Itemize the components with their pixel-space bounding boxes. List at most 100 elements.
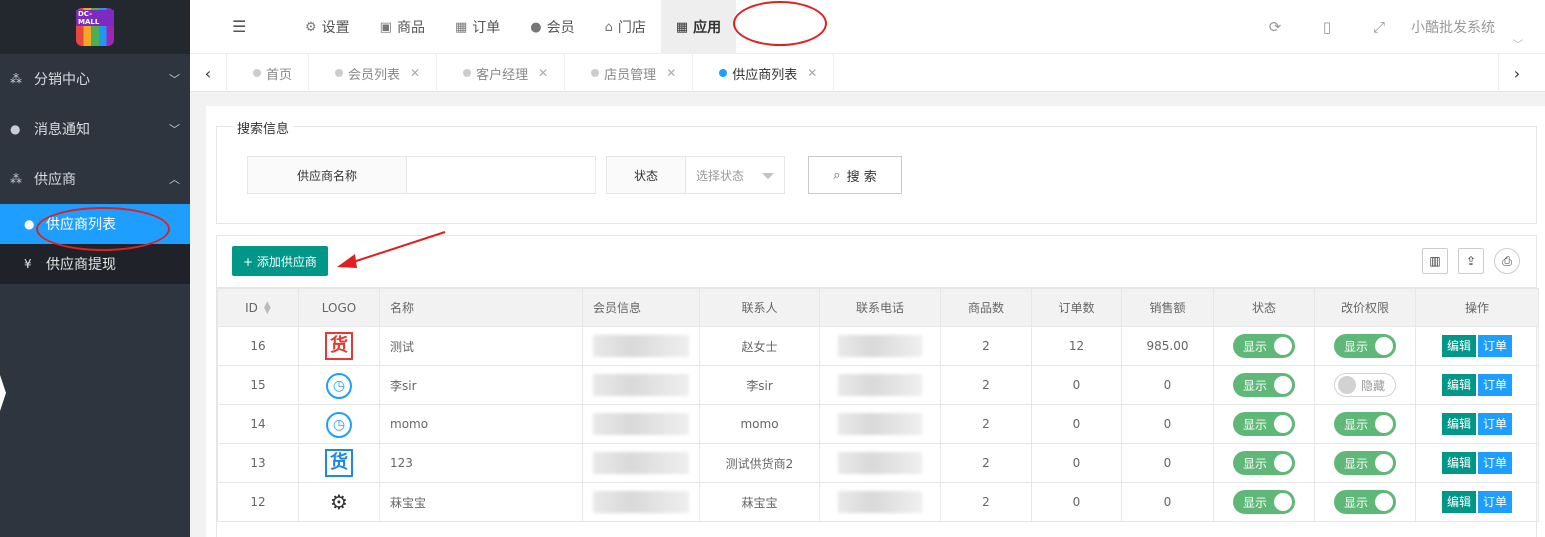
table-row: 12 ⚙ 菻宝宝 菻宝宝 2 0 0 显示 显示 编辑 订单 [217, 482, 1539, 522]
cell-contact: 菻宝宝 [699, 482, 820, 522]
edit-button[interactable]: 编辑 [1441, 491, 1476, 513]
status-toggle[interactable]: 显示 [1233, 412, 1295, 436]
sidebar-group-distribution[interactable]: ⁂ 分销中心 ﹀ [0, 54, 190, 104]
blurred-phone [838, 413, 922, 435]
menu-fold-icon[interactable]: ☰ [232, 17, 246, 36]
grid-icon: ▦ [675, 19, 689, 35]
export-icon[interactable]: ⇪ [1458, 248, 1484, 274]
toggle-label: 显示 [1243, 456, 1268, 471]
close-icon[interactable]: ✕ [538, 66, 548, 80]
toggle-label: 隐藏 [1360, 378, 1385, 393]
edit-button[interactable]: 编辑 [1441, 335, 1476, 357]
tab-home[interactable]: 首页 [227, 54, 310, 92]
edit-button[interactable]: 编辑 [1441, 452, 1476, 474]
tab-account-manager[interactable]: 客户经理 ✕ [437, 54, 566, 92]
edit-button[interactable]: 编辑 [1441, 374, 1476, 396]
search-legend: 搜索信息 [233, 118, 294, 137]
order-button[interactable]: 订单 [1478, 374, 1513, 396]
price-permission-toggle[interactable]: 显示 [1334, 451, 1396, 475]
tab-scroll-right-button[interactable]: › [1498, 54, 1535, 92]
order-button[interactable]: 订单 [1478, 491, 1513, 513]
order-button[interactable]: 订单 [1478, 452, 1513, 474]
nav-orders[interactable]: ▦ 订单 [440, 0, 515, 54]
blurred-phone [838, 452, 922, 474]
table-body: 16 货测试 赵女士 2 12 985.00 显示 显示 编辑 订单 15 ◷ 李sir 李sir 2 0 0 显… [217, 326, 1539, 522]
cell-name: 菻宝宝 [379, 482, 583, 522]
status-toggle[interactable]: 显示 [1233, 490, 1295, 514]
col-header-id[interactable]: ID ▲ ▼ [217, 288, 299, 327]
top-right-tools: ⟳ ▯ ⤢ 小酷批发系统 [1249, 0, 1545, 54]
cell-status: 显示 [1213, 443, 1315, 483]
clock-logo-icon: ◷ [326, 373, 352, 399]
blurred-phone [838, 374, 922, 396]
col-header-phone: 联系电话 [819, 288, 941, 327]
chevron-up-icon: ︿ [169, 173, 180, 186]
print-icon[interactable]: ⎙ [1494, 248, 1520, 274]
cell-actions: 编辑 订单 [1415, 404, 1539, 444]
tab-dot [253, 69, 261, 77]
cell-id: 14 [217, 404, 299, 444]
trash-icon[interactable]: ▯ [1301, 18, 1353, 36]
nav-goods[interactable]: ▣ 商品 [365, 0, 440, 54]
cell-order-count: 0 [1031, 365, 1122, 405]
search-button[interactable]: ⌕ 搜 索 [808, 156, 902, 194]
nav-settings[interactable]: ⚙ 设置 [290, 0, 365, 54]
highlight-circle [733, 1, 827, 46]
fullscreen-icon[interactable]: ⤢ [1353, 18, 1405, 36]
cell-sales: 0 [1121, 404, 1214, 444]
toggle-knob [1274, 337, 1292, 355]
status-toggle[interactable]: 显示 [1233, 373, 1295, 397]
tab-member-list[interactable]: 会员列表 ✕ [309, 54, 438, 92]
sidebar-collapse-arrow[interactable] [0, 375, 6, 411]
status-toggle[interactable]: 显示 [1233, 334, 1295, 358]
edit-button[interactable]: 编辑 [1441, 413, 1476, 435]
order-button[interactable]: 订单 [1478, 335, 1513, 357]
nav-apps[interactable]: ▦ 应用 [660, 0, 737, 54]
blurred-member-info [593, 374, 689, 396]
gear-logo-icon: ⚙ [330, 489, 348, 514]
toggle-label: 显示 [1344, 339, 1369, 354]
cell-price-permission: 显示 [1314, 482, 1416, 522]
search-panel: 搜索信息 供应商名称 状态 选择状态 ⌕ 搜 索 [216, 118, 1537, 224]
cell-contact: 李sir [699, 365, 820, 405]
nav-label: 设置 [321, 20, 350, 36]
chevron-down-icon: ﹀ [169, 73, 180, 86]
cell-id: 13 [217, 443, 299, 483]
close-icon[interactable]: ✕ [807, 66, 817, 80]
price-permission-toggle[interactable]: 显示 [1334, 334, 1396, 358]
supplier-name-input[interactable] [406, 156, 596, 194]
price-permission-toggle[interactable]: 显示 [1334, 412, 1396, 436]
close-icon[interactable]: ✕ [666, 66, 676, 80]
status-select[interactable]: 选择状态 [685, 156, 785, 194]
search-button-label: 搜 索 [846, 169, 877, 185]
col-header-goods: 商品数 [940, 288, 1032, 327]
status-toggle[interactable]: 显示 [1233, 451, 1295, 475]
toggle-label: 显示 [1243, 495, 1268, 510]
cell-actions: 编辑 订单 [1415, 326, 1539, 366]
price-permission-toggle[interactable]: 显示 [1334, 490, 1396, 514]
tab-staff-management[interactable]: 店员管理 ✕ [565, 54, 694, 92]
system-name[interactable]: 小酷批发系统 [1405, 17, 1545, 37]
cell-logo: 货 [298, 326, 380, 366]
nav-members[interactable]: ● 会员 [515, 0, 589, 54]
cell-status: 显示 [1213, 326, 1315, 366]
app-logo[interactable]: DC-MALL [76, 8, 114, 46]
add-supplier-button[interactable]: + 添加供应商 [232, 246, 328, 276]
sidebar-group-supplier[interactable]: ⁂ 供应商 ︿ [0, 154, 190, 204]
refresh-icon[interactable]: ⟳ [1249, 18, 1301, 36]
bank-icon: ⌂ [604, 19, 613, 35]
sidebar-group-messages[interactable]: ● 消息通知 ﹀ [0, 104, 190, 154]
tab-supplier-list[interactable]: 供应商列表 ✕ [693, 54, 835, 92]
columns-icon[interactable]: ▥ [1422, 248, 1448, 274]
order-button[interactable]: 订单 [1478, 413, 1513, 435]
chevron-down-icon[interactable]: ﹀ [1513, 36, 1523, 51]
cell-name: 李sir [379, 365, 583, 405]
close-icon[interactable]: ✕ [410, 66, 420, 80]
cell-name: momo [379, 404, 583, 444]
nav-stores[interactable]: ⌂ 门店 [590, 0, 661, 54]
sort-icon[interactable]: ▲ ▼ [264, 301, 271, 316]
table-toolbar: + 添加供应商 ▥ ⇪ ⎙ [217, 231, 1536, 288]
tab-scroll-left-button[interactable]: ‹ [190, 54, 227, 92]
toggle-knob [1375, 415, 1393, 433]
price-permission-toggle[interactable]: 隐藏 [1334, 373, 1396, 397]
